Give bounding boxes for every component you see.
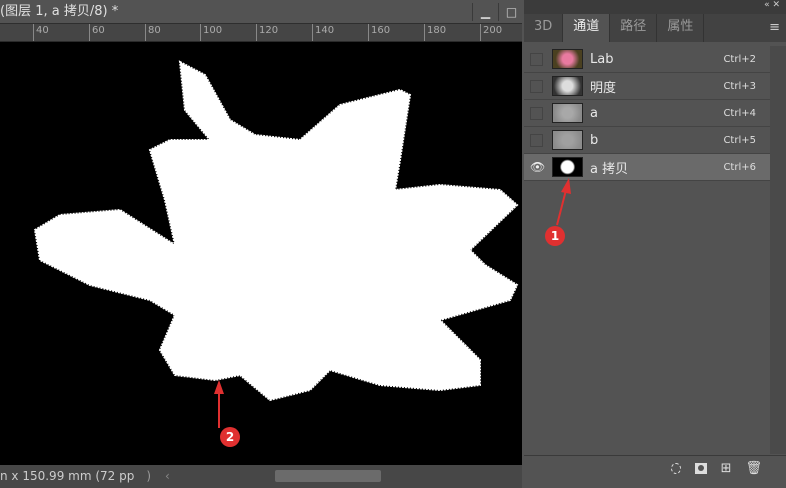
annotation-badge-1: 1 bbox=[545, 226, 565, 246]
annotation-arrows bbox=[214, 178, 571, 428]
arrow-1 bbox=[556, 189, 567, 226]
arrow-2-head bbox=[214, 380, 224, 394]
arrow-1-head bbox=[561, 178, 571, 194]
annotation-badge-2: 2 bbox=[220, 427, 240, 447]
